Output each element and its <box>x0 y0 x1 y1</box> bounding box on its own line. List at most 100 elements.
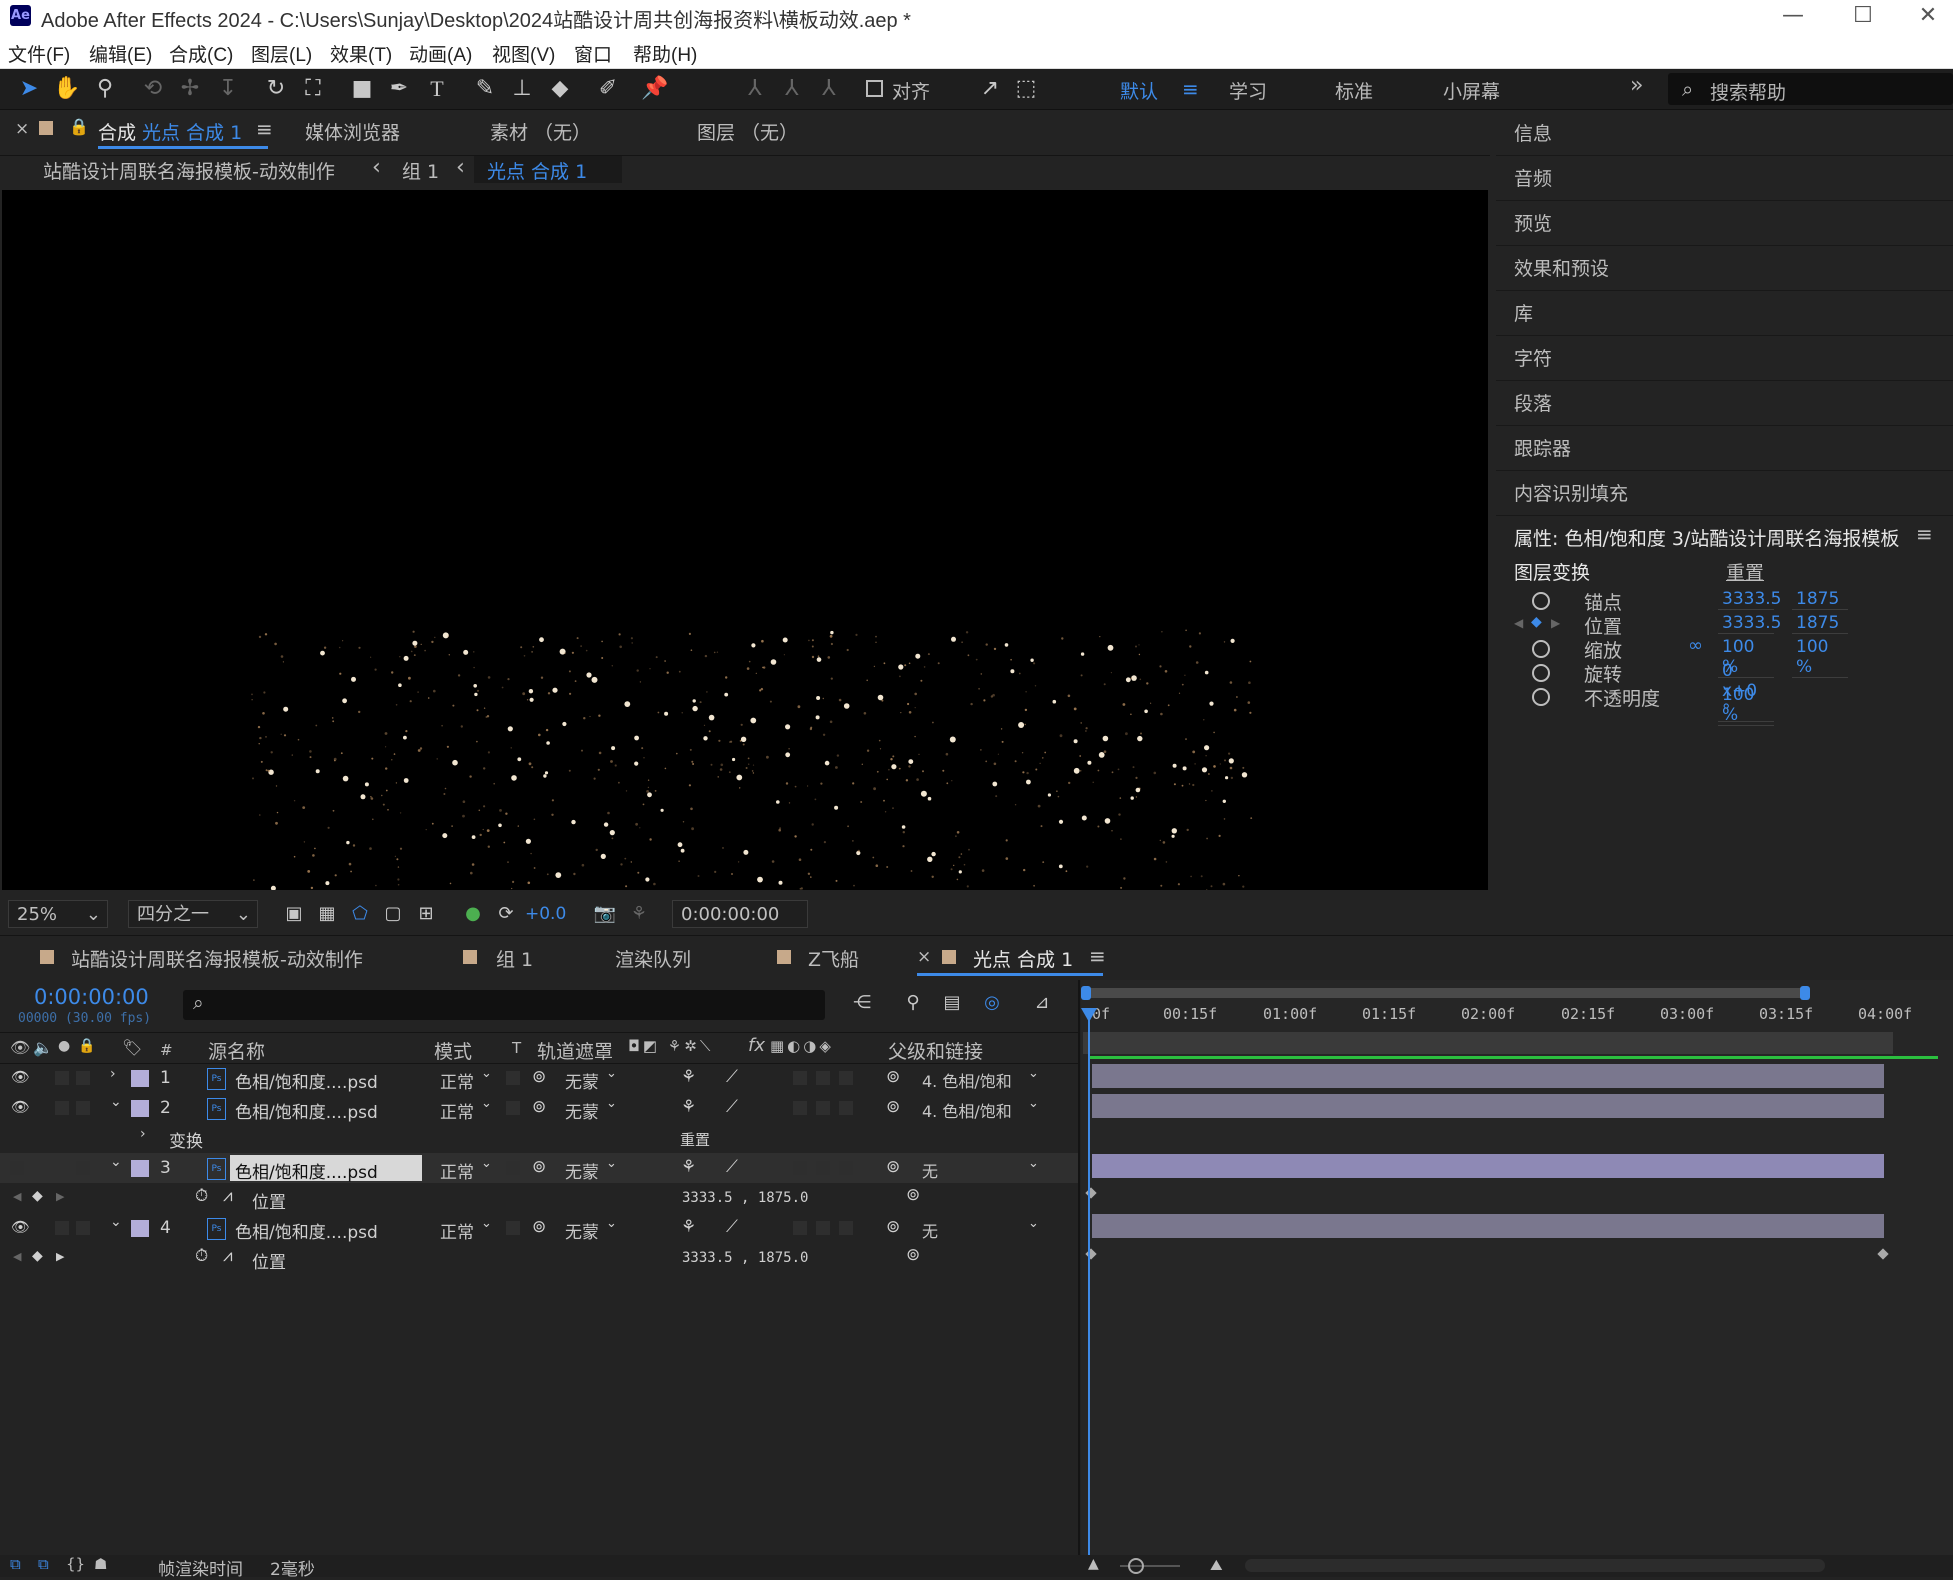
constrain-proportions-icon[interactable]: ∞ <box>1688 635 1703 656</box>
puppet-pin-icon[interactable]: 📌 <box>640 74 670 104</box>
panel-info[interactable]: 信息 <box>1514 119 1552 146</box>
align-checkbox[interactable] <box>866 80 883 97</box>
anchor-y[interactable]: 1875 <box>1792 589 1848 610</box>
dolly-camera-icon[interactable]: ↧ <box>213 74 243 104</box>
stopwatch-icon[interactable] <box>1532 640 1550 658</box>
label-color-swatch[interactable] <box>131 1220 149 1237</box>
layer-row-2[interactable]: 👁 ⌄ 2 Ps 色相/饱和度....psd 正常 ⌄ ⊚ 无蒙 ⌄ ⚘ ⟋ ⊚… <box>0 1093 1078 1123</box>
quality-switch-icon[interactable]: ⟋ <box>726 1067 738 1087</box>
workspace-small-screen[interactable]: 小屏幕 <box>1443 77 1500 104</box>
label-color-swatch[interactable] <box>131 1070 149 1087</box>
chevron-right-icon[interactable]: › <box>110 1066 116 1082</box>
timeline-tab-close-icon[interactable]: × <box>917 947 931 967</box>
layer-bar-2[interactable] <box>1092 1094 1884 1118</box>
transform-group-row[interactable]: › 变换 重置 <box>0 1123 1078 1153</box>
type-tool-icon[interactable]: T <box>422 74 452 104</box>
comp-tab-prefix[interactable]: 合成 <box>98 118 136 145</box>
menu-file[interactable]: 文件(F) <box>8 40 70 67</box>
snap-frame-icon[interactable]: ⬚ <box>1011 74 1041 104</box>
search-help-field[interactable]: ⌕ 搜索帮助 <box>1668 73 1953 105</box>
playhead-line[interactable] <box>1088 1009 1090 1564</box>
matte-link-icon[interactable]: ⊚ <box>532 1067 546 1087</box>
graph-icon[interactable]: ⩘ <box>223 1246 233 1266</box>
shy-layers-icon[interactable]: ⚲ <box>898 988 928 1018</box>
stopwatch-icon[interactable] <box>1532 592 1550 610</box>
clone-stamp-icon[interactable]: ⊥ <box>507 74 537 104</box>
next-keyframe-icon[interactable]: ▶ <box>1551 616 1560 630</box>
resolution-dropdown[interactable]: 四分之一 ⌄ <box>128 900 258 928</box>
matte-link-icon[interactable]: ⊚ <box>532 1157 546 1177</box>
pick-whip-icon[interactable]: ⊚ <box>886 1067 900 1087</box>
source-name-header[interactable]: 源名称 <box>208 1037 265 1064</box>
eye-icon[interactable]: 👁 <box>11 1068 30 1086</box>
motion-blur-icon[interactable]: ◎ <box>977 988 1007 1018</box>
timeline-tab-main[interactable]: 站酷设计周联名海报模板-动效制作 <box>71 945 363 972</box>
stopwatch-icon[interactable] <box>1532 664 1550 682</box>
chevron-down-icon[interactable]: ⌄ <box>110 1214 122 1230</box>
label-color-swatch[interactable] <box>131 1100 149 1117</box>
time-navigator[interactable] <box>1083 988 1808 998</box>
mask-visibility-icon[interactable]: ⬠ <box>345 899 375 929</box>
chevron-right-icon[interactable]: › <box>140 1126 146 1142</box>
menu-effect[interactable]: 效果(T) <box>330 40 392 67</box>
keyframe-diamond-icon[interactable]: ◆ <box>32 1188 43 1204</box>
eye-icon[interactable]: 👁 <box>11 1218 30 1236</box>
brush-tool-icon[interactable]: ✎ <box>470 74 500 104</box>
next-keyframe-icon[interactable]: ▶ <box>56 1190 64 1203</box>
transform-reset-link[interactable]: 重置 <box>680 1129 710 1150</box>
comp-tab-menu-icon[interactable]: ≡ <box>256 117 273 141</box>
keyframe-diamond-icon[interactable]: ◆ <box>1531 614 1542 630</box>
playhead-handle[interactable] <box>1081 1008 1097 1022</box>
graph-icon[interactable]: ⩘ <box>223 1186 233 1206</box>
shy-switch-icon[interactable]: ⚘ <box>681 1217 696 1237</box>
layer-switches-toggle-icon[interactable]: ⧉ <box>10 1555 21 1573</box>
panel-audio[interactable]: 音频 <box>1514 164 1552 191</box>
next-keyframe-icon[interactable]: ▶ <box>56 1250 64 1263</box>
menu-animation[interactable]: 动画(A) <box>409 40 472 67</box>
track-matte-dropdown[interactable]: 无蒙 <box>565 1098 599 1123</box>
channel-icon[interactable]: ● <box>458 899 488 929</box>
keyframe-diamond-icon[interactable]: ◆ <box>32 1248 43 1264</box>
layer-bar-4[interactable] <box>1092 1214 1884 1238</box>
layer-bar-3[interactable] <box>1092 1154 1884 1178</box>
layer-search-field[interactable]: ⌕ <box>183 990 825 1020</box>
transparency-grid-icon[interactable]: ▦ <box>312 899 342 929</box>
prev-keyframe-icon[interactable]: ◀ <box>13 1190 21 1203</box>
layer-name[interactable]: 色相/饱和度....psd <box>235 1158 378 1183</box>
zoom-out-icon[interactable]: ▲ <box>1088 1556 1099 1572</box>
track-matte-dropdown[interactable]: 无蒙 <box>565 1068 599 1093</box>
snapshot-icon[interactable]: 📷 <box>590 899 620 929</box>
region-of-interest-icon[interactable]: ▢ <box>378 899 408 929</box>
menu-layer[interactable]: 图层(L) <box>251 40 312 67</box>
comp-tab-close-icon[interactable]: × <box>15 119 29 139</box>
timeline-tab-render-queue[interactable]: 渲染队列 <box>615 945 691 972</box>
menu-view[interactable]: 视图(V) <box>492 40 555 67</box>
view-axis-icon[interactable]: ⅄ <box>814 74 844 104</box>
timeline-zoom-thumb[interactable] <box>1128 1558 1144 1574</box>
current-time-display[interactable]: 0:00:00:00 <box>34 985 149 1009</box>
prev-keyframe-icon[interactable]: ◀ <box>13 1250 21 1263</box>
pen-tool-icon[interactable]: ✒ <box>384 74 414 104</box>
menu-edit[interactable]: 编辑(E) <box>89 40 152 67</box>
comp-tab-name[interactable]: 光点 合成 1 <box>142 118 242 145</box>
roto-brush-icon[interactable]: ✐ <box>593 74 623 104</box>
panel-character[interactable]: 字符 <box>1514 344 1552 371</box>
workspace-learn[interactable]: 学习 <box>1229 77 1267 104</box>
grid-guides-icon[interactable]: ⊞ <box>411 899 441 929</box>
track-matte-dropdown[interactable]: 无蒙 <box>565 1158 599 1183</box>
scale-y[interactable]: 100 % <box>1792 637 1848 678</box>
panel-libraries[interactable]: 库 <box>1514 299 1533 326</box>
position-property-row[interactable]: ◀ ◆ ▶ ⏱ ⩘ 位置 3333.5 , 1875.0 ⊚ <box>0 1243 1078 1273</box>
opacity-value[interactable]: 100 % <box>1718 685 1774 726</box>
label-color-swatch[interactable] <box>131 1160 149 1177</box>
world-axis-icon[interactable]: ⅄ <box>777 74 807 104</box>
parent-dropdown[interactable]: 无 <box>922 1218 938 1242</box>
menu-help[interactable]: 帮助(H) <box>633 40 697 67</box>
properties-menu-icon[interactable]: ≡ <box>1916 522 1933 546</box>
prev-keyframe-icon[interactable]: ◀ <box>1514 616 1523 630</box>
position-value[interactable]: 3333.5 , 1875.0 <box>682 1190 808 1206</box>
close-button[interactable]: ✕ <box>1903 0 1953 34</box>
eraser-tool-icon[interactable]: ◆ <box>545 74 575 104</box>
layer-name[interactable]: 色相/饱和度....psd <box>235 1098 378 1123</box>
eye-icon[interactable]: 👁 <box>11 1098 30 1116</box>
